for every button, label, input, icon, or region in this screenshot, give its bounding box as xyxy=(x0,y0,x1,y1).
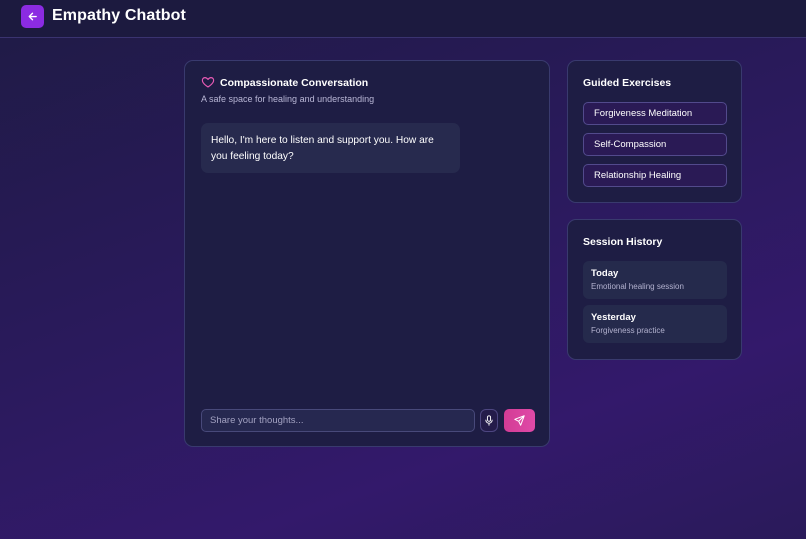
session-history-title: Session History xyxy=(583,236,663,248)
chat-input[interactable] xyxy=(201,409,475,432)
guided-exercises-panel: Guided Exercises Forgiveness Meditation … xyxy=(567,60,742,203)
send-button[interactable] xyxy=(504,409,535,432)
top-bar: Empathy Chatbot xyxy=(0,0,806,38)
microphone-icon xyxy=(485,415,493,426)
chat-title: Compassionate Conversation xyxy=(220,77,369,89)
history-item-subtitle: Emotional healing session xyxy=(591,282,684,291)
exercise-relationship-healing[interactable]: Relationship Healing xyxy=(583,164,727,187)
history-item-subtitle: Forgiveness practice xyxy=(591,326,665,335)
bot-message: Hello, I'm here to listen and support yo… xyxy=(201,123,460,173)
history-item-title: Yesterday xyxy=(591,312,636,323)
history-item[interactable]: Today Emotional healing session xyxy=(583,261,727,299)
session-history-panel: Session History Today Emotional healing … xyxy=(567,219,742,360)
chat-panel: Compassionate Conversation A safe space … xyxy=(184,60,550,447)
app-title: Empathy Chatbot xyxy=(52,7,186,24)
history-item-title: Today xyxy=(591,268,619,279)
mic-button[interactable] xyxy=(480,409,498,432)
heart-icon xyxy=(201,77,215,88)
history-item[interactable]: Yesterday Forgiveness practice xyxy=(583,305,727,343)
exercise-self-compassion[interactable]: Self-Compassion xyxy=(583,133,727,156)
chat-header: Compassionate Conversation A safe space … xyxy=(201,77,374,104)
arrow-left-icon xyxy=(28,12,37,21)
guided-exercises-title: Guided Exercises xyxy=(583,77,672,89)
chat-subtitle: A safe space for healing and understandi… xyxy=(201,94,375,104)
back-button[interactable] xyxy=(21,5,44,28)
exercise-forgiveness-meditation[interactable]: Forgiveness Meditation xyxy=(583,102,727,125)
send-icon xyxy=(514,415,525,426)
